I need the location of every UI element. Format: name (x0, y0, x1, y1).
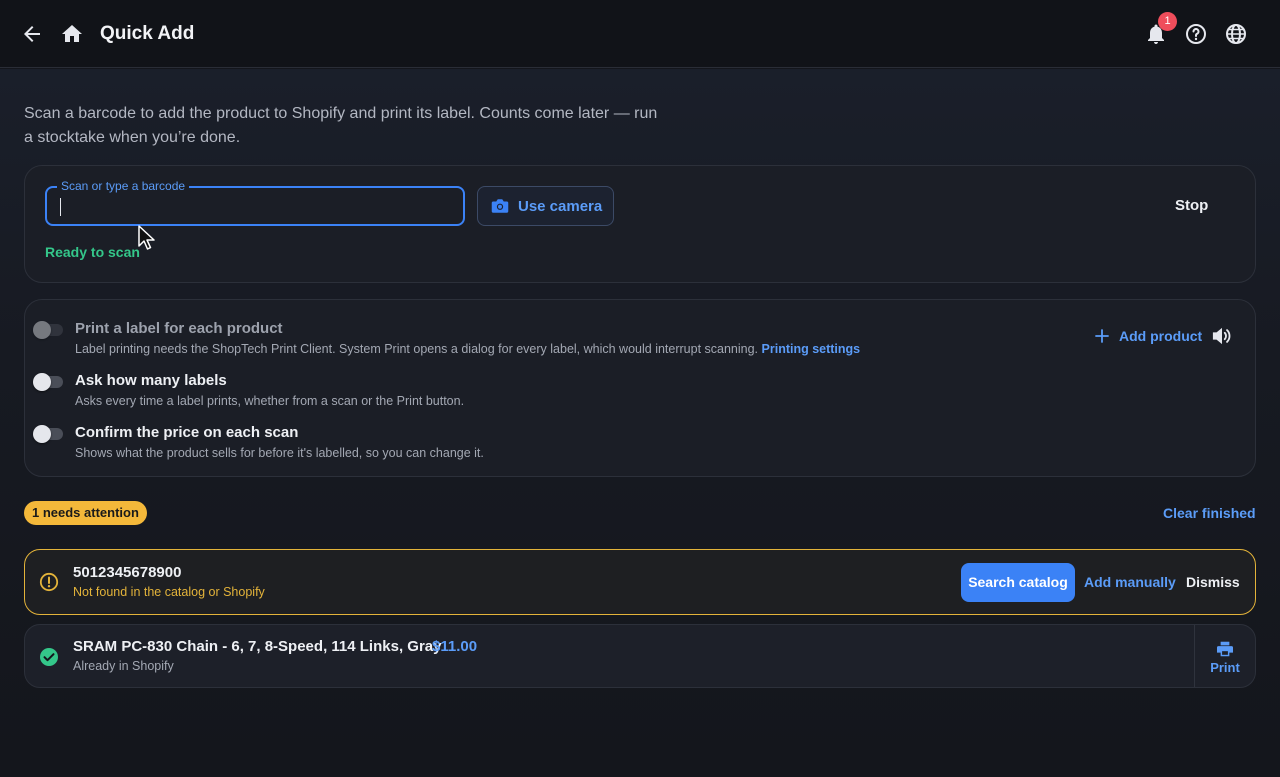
print-label-toggle[interactable] (33, 321, 63, 339)
volume-icon[interactable] (1211, 326, 1233, 346)
ask-labels-toggle[interactable] (33, 373, 63, 391)
add-product-label: Add product (1119, 328, 1203, 344)
stop-button[interactable]: Stop (1175, 196, 1208, 216)
plus-icon (1095, 329, 1109, 343)
barcode-input-field[interactable]: Scan or type a barcode (45, 178, 465, 250)
check-circle-icon (40, 648, 58, 666)
print-label-desc-text: Label printing needs the ShopTech Print … (75, 342, 759, 356)
printer-icon (1217, 641, 1233, 657)
scan-card: Scan or type a barcode Use camera Stop R… (24, 165, 1256, 283)
confirm-price-toggle[interactable] (33, 425, 63, 443)
intro-text: Scan a barcode to add the product to Sho… (24, 105, 658, 146)
printing-settings-link[interactable]: Printing settings (762, 342, 861, 356)
search-catalog-button[interactable]: Search catalog (961, 563, 1075, 602)
text-caret (60, 198, 61, 216)
toggle-knob (33, 425, 51, 443)
queue-item-not-found: 5012345678900 Not found in the catalog o… (24, 549, 1256, 615)
back-arrow-icon[interactable] (20, 22, 44, 46)
queue-item-existing: SRAM PC-830 Chain - 6, 7, 8-Speed, 114 L… (24, 624, 1256, 688)
ask-labels-desc: Asks every time a label prints, whether … (75, 394, 465, 408)
print-label: Print (1210, 660, 1240, 675)
item-status: Not found in the catalog or Shopify (73, 585, 265, 599)
barcode-input[interactable] (59, 196, 449, 218)
product-price: $11.00 (432, 638, 478, 655)
ask-labels-title: Ask how many labels (75, 372, 227, 389)
clear-finished-button[interactable]: Clear finished (1163, 504, 1256, 522)
item-status: Already in Shopify (73, 659, 174, 673)
page-title: Quick Add (100, 23, 195, 44)
confirm-price-title: Confirm the price on each scan (75, 424, 299, 441)
scan-status: Ready to scan (45, 244, 140, 260)
use-camera-label: Use camera (518, 198, 603, 215)
print-button[interactable]: Print (1195, 625, 1255, 687)
camera-icon (491, 199, 509, 213)
use-camera-button[interactable]: Use camera (477, 186, 614, 226)
help-icon[interactable] (1184, 22, 1208, 46)
home-icon[interactable] (60, 22, 84, 46)
warning-icon (39, 572, 59, 592)
product-name: SRAM PC-830 Chain - 6, 7, 8-Speed, 114 L… (73, 638, 442, 655)
attention-badge: 1 needs attention (24, 501, 147, 525)
dismiss-button[interactable]: Dismiss (1186, 574, 1240, 590)
print-label-title: Print a label for each product (75, 320, 283, 337)
print-label-desc: Label printing needs the ShopTech Print … (75, 341, 860, 357)
mouse-cursor-icon (138, 225, 155, 250)
notification-count-badge: 1 (1158, 12, 1177, 31)
toggle-knob (33, 321, 51, 339)
add-manually-button[interactable]: Add manually (1084, 574, 1176, 590)
language-globe-icon[interactable] (1224, 22, 1248, 46)
options-card: Print a label for each product Label pri… (24, 299, 1256, 477)
toggle-knob (33, 373, 51, 391)
confirm-price-desc: Shows what the product sells for before … (75, 446, 484, 460)
barcode-value: 5012345678900 (73, 564, 182, 581)
barcode-field-label: Scan or type a barcode (57, 178, 190, 194)
top-bar: Quick Add 1 (0, 0, 1280, 68)
